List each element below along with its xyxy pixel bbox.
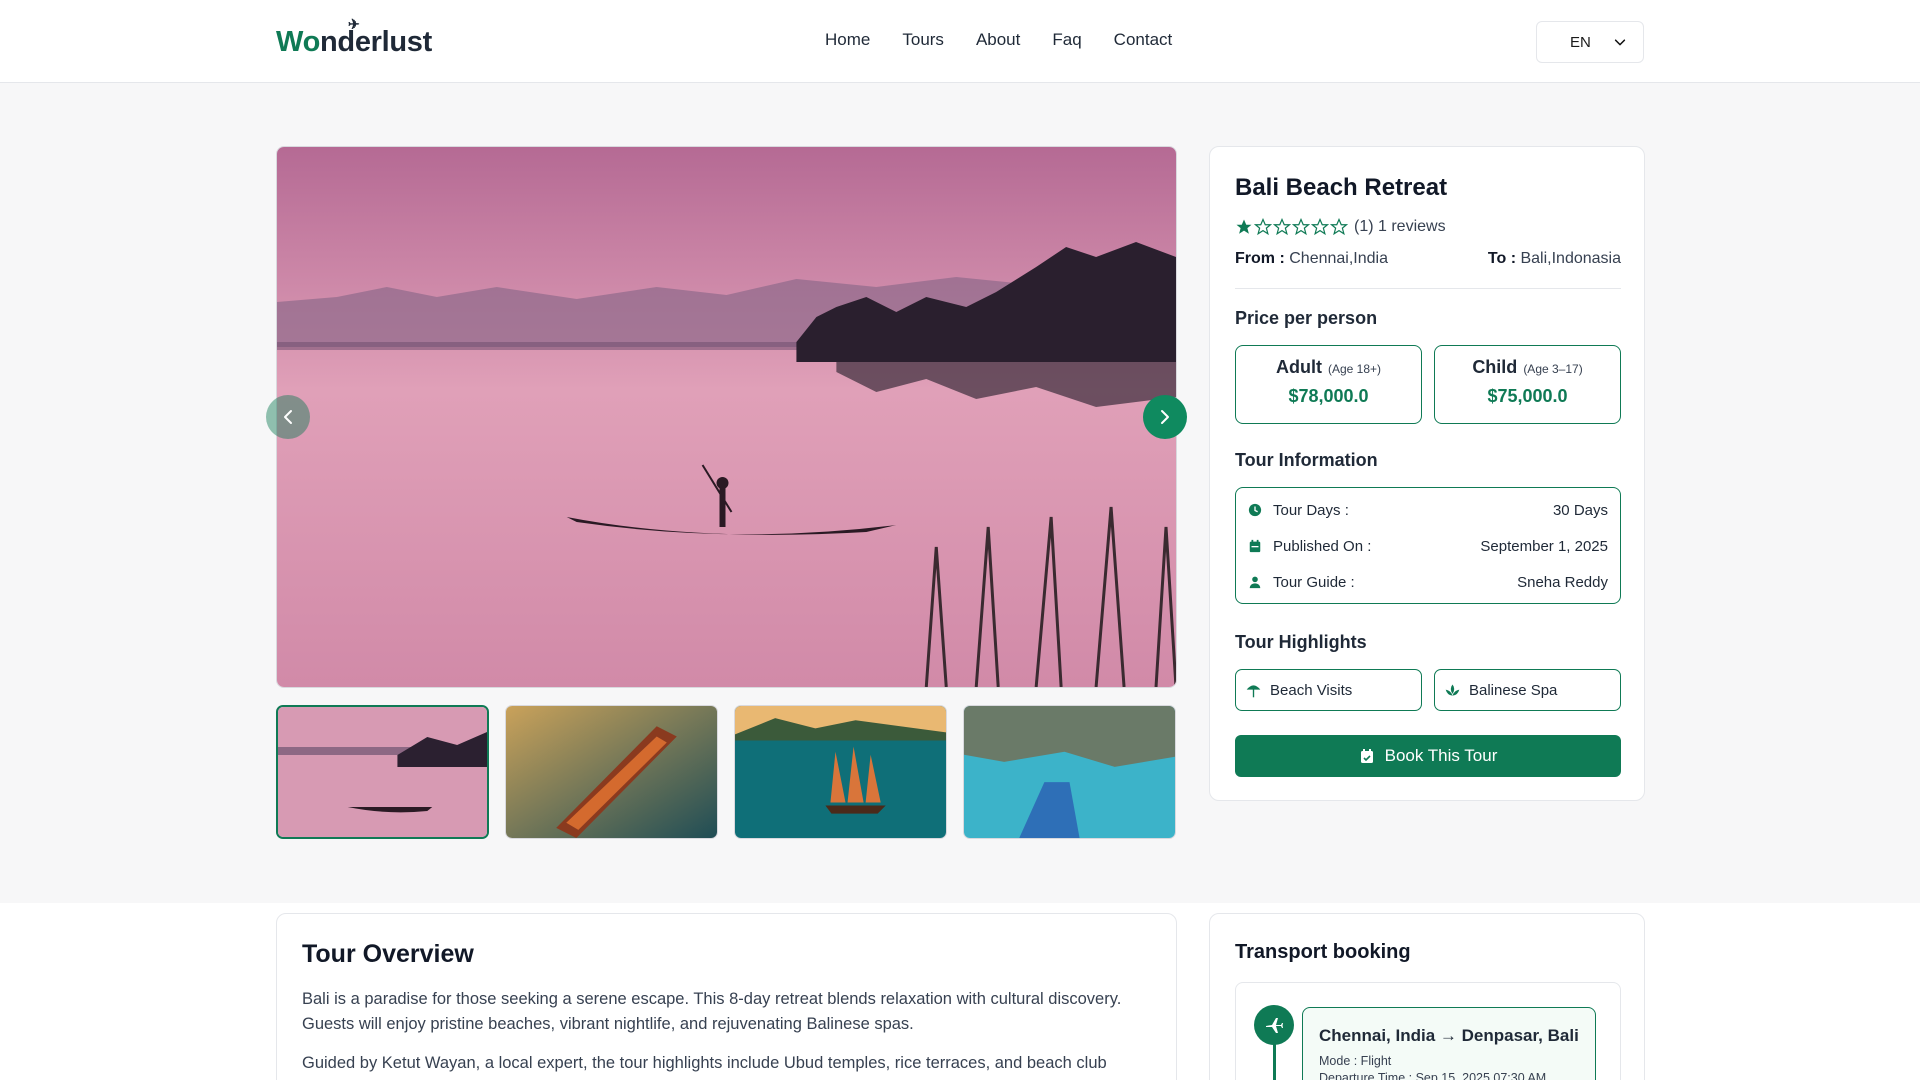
highlights-heading: Tour Highlights: [1235, 632, 1367, 652]
transport-route: Chennai, India → Denpasar, Bali: [1319, 1026, 1579, 1045]
overview-paragraph-2: Guided by Ketut Wayan, a local expert, t…: [302, 1054, 1107, 1072]
user-icon: [1249, 576, 1261, 589]
tour-route: From : Chennai,India To : Bali,Indonasia: [1235, 250, 1621, 268]
clock-icon: [1248, 503, 1262, 517]
info-heading: Tour Information: [1235, 450, 1378, 470]
chevron-right-icon: [1161, 410, 1169, 424]
divider: [1235, 288, 1621, 289]
transport-booking-card: Transport booking Chennai, India → Denpa…: [1209, 913, 1645, 1080]
transport-item[interactable]: Chennai, India → Denpasar, Bali Mode : F…: [1302, 1007, 1596, 1080]
to-location: To : Bali,Indonasia: [1487, 250, 1621, 267]
thumbnail-sunset-lake[interactable]: [276, 705, 489, 839]
adult-price-card: Adult (Age 18+) $78,000.0: [1235, 345, 1422, 424]
spa-icon: [1445, 684, 1460, 696]
site-header: Wonderlust ✈ Home Tours About Faq Contac…: [0, 0, 1920, 83]
star-outline-icon: [1273, 218, 1291, 236]
from-location: From : Chennai,India: [1235, 250, 1388, 267]
adult-price: $78,000.0: [1288, 386, 1369, 406]
star-rating: [1235, 218, 1348, 236]
thumbnail-wooden-boat[interactable]: [505, 705, 718, 839]
transport-heading: Transport booking: [1235, 941, 1411, 963]
review-count: (1) 1 reviews: [1354, 218, 1446, 235]
tour-title: Bali Beach Retreat: [1235, 174, 1448, 201]
thumbnail-sailboat[interactable]: [734, 705, 947, 839]
info-row-published: Published On : September 1, 2025: [1248, 536, 1608, 556]
gallery-prev-button[interactable]: [266, 395, 310, 439]
star-filled-icon: [1236, 219, 1252, 234]
nav-contact[interactable]: Contact: [1114, 30, 1173, 50]
info-row-guide: Tour Guide : Sneha Reddy: [1248, 572, 1608, 592]
rating: (1) 1 reviews: [1235, 218, 1446, 236]
main-gallery-image: [276, 146, 1177, 688]
main-nav: Home Tours About Faq Contact: [825, 30, 1172, 50]
tour-summary-card: Bali Beach Retreat (1) 1 reviews From : …: [1209, 146, 1645, 801]
transport-timeline: Chennai, India → Denpasar, Bali Mode : F…: [1235, 982, 1621, 1080]
star-outline-icon: [1311, 218, 1329, 236]
tour-info-box: Tour Days : 30 Days Published On : Septe…: [1235, 487, 1621, 604]
star-outline-icon: [1330, 218, 1348, 236]
info-row-days: Tour Days : 30 Days: [1248, 500, 1608, 520]
calendar-check-icon: [1360, 749, 1373, 763]
chevron-left-icon: [284, 410, 292, 424]
plane-icon: [1266, 1018, 1283, 1033]
overview-heading: Tour Overview: [302, 940, 474, 968]
gallery-thumbnails: [276, 705, 1176, 839]
nav-faq[interactable]: Faq: [1052, 30, 1081, 50]
star-outline-icon: [1254, 218, 1272, 236]
highlight-balinese-spa[interactable]: Balinese Spa: [1434, 669, 1621, 711]
thumbnail-blue-boat[interactable]: [963, 705, 1176, 839]
overview-paragraph-1: Bali is a paradise for those seeking a s…: [302, 990, 1122, 1033]
nav-about[interactable]: About: [976, 30, 1020, 50]
nav-home[interactable]: Home: [825, 30, 870, 50]
chevron-down-icon: [1614, 39, 1626, 46]
language-value: EN: [1570, 33, 1591, 51]
tour-overview-card: Tour Overview Bali is a paradise for tho…: [276, 913, 1177, 1080]
transport-departure: Departure Time : Sep 15, 2025 07:30 AM: [1319, 1071, 1547, 1080]
timeline-dot: [1254, 1005, 1294, 1045]
plane-icon: ✈: [348, 16, 360, 32]
child-price-card: Child (Age 3–17) $75,000.0: [1434, 345, 1621, 424]
calendar-icon: [1249, 539, 1261, 553]
highlight-beach-visits[interactable]: Beach Visits: [1235, 669, 1422, 711]
gallery-next-button[interactable]: [1143, 395, 1187, 439]
nav-tours[interactable]: Tours: [902, 30, 944, 50]
umbrella-beach-icon: [1246, 684, 1261, 697]
star-outline-icon: [1292, 218, 1310, 236]
child-price: $75,000.0: [1487, 386, 1568, 406]
transport-mode: Mode : Flight: [1319, 1054, 1392, 1068]
book-tour-button[interactable]: Book This Tour: [1235, 735, 1621, 777]
logo[interactable]: Wonderlust ✈: [276, 16, 432, 59]
price-heading: Price per person: [1235, 308, 1378, 328]
language-select[interactable]: EN: [1536, 21, 1644, 63]
